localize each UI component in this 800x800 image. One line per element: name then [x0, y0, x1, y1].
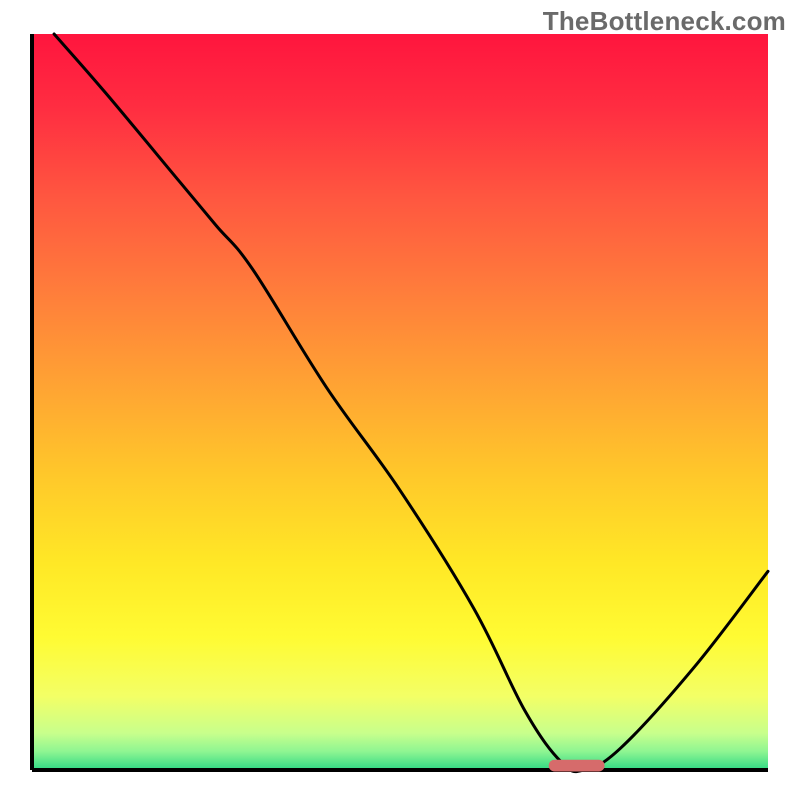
watermark-text: TheBottleneck.com — [543, 6, 786, 37]
chart-background — [32, 34, 768, 770]
chart-svg — [0, 0, 800, 800]
bottleneck-chart: TheBottleneck.com — [0, 0, 800, 800]
